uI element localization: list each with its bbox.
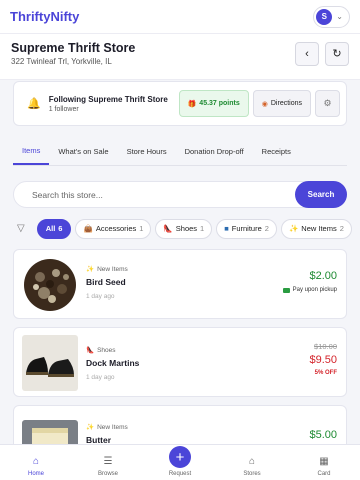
- nav-home[interactable]: ⌂ Home: [6, 456, 66, 477]
- chip-label: All: [45, 224, 56, 233]
- filter-chip-all[interactable]: All 6: [36, 218, 72, 239]
- item-age: 1 day ago: [86, 374, 115, 381]
- chevron-left-icon: ‹: [305, 47, 309, 60]
- pickup-note: Pay upon pickup: [282, 287, 337, 293]
- item-category-label: New Items: [97, 423, 128, 431]
- nav-label: Browse: [97, 471, 118, 477]
- directions-label: Directions: [270, 100, 302, 107]
- nav-stores[interactable]: ⌂ Stores: [222, 456, 282, 477]
- handbag-icon: 👜: [83, 224, 93, 233]
- gear-icon: ⚙: [323, 98, 332, 108]
- item-price: $2.00: [309, 270, 337, 282]
- chip-count: 1: [200, 224, 205, 233]
- item-card[interactable]: ✨ New Items Bird Seed 1 day ago $2.00 Pay…: [13, 249, 347, 319]
- nav-label: Home: [27, 471, 44, 477]
- account-menu-button[interactable]: S ⌄: [313, 5, 350, 28]
- plus-icon: +: [169, 446, 191, 468]
- refresh-button[interactable]: ↻: [325, 41, 349, 66]
- bottom-nav: ⌂ Home ☰ Browse + Request ⌂ Stores ▦ Car…: [0, 444, 360, 480]
- store-icon: ⌂: [248, 456, 256, 467]
- shoe-icon: 👠: [163, 224, 173, 233]
- discount-badge: 5% OFF: [314, 370, 337, 376]
- filter-chips: ▽ All 6 👜 Accessories 1 👠 Shoes 1 ■ Furni…: [17, 218, 352, 239]
- nav-label: Card: [317, 471, 331, 477]
- item-photo-bird-seed: [22, 257, 78, 313]
- item-category: ✨ New Items: [86, 423, 128, 432]
- chip-label: New Items: [301, 224, 337, 233]
- chip-count: 1: [139, 224, 144, 233]
- nav-label: Stores: [243, 471, 261, 477]
- settings-button[interactable]: ⚙: [315, 90, 340, 117]
- tab-store-hours[interactable]: Store Hours: [118, 138, 176, 165]
- filter-chip-new-items[interactable]: ✨ New Items 2: [280, 218, 352, 239]
- furniture-icon: ■: [224, 224, 229, 233]
- item-title: Bird Seed: [86, 277, 126, 287]
- item-original-price: $10.00: [314, 342, 337, 351]
- points-button[interactable]: 🎁 45.37 points: [178, 90, 249, 117]
- filter-icon[interactable]: ▽: [17, 223, 25, 234]
- avatar: S: [316, 8, 333, 25]
- search-input[interactable]: [32, 189, 295, 200]
- directions-icon: ◉: [261, 100, 268, 108]
- chip-label: Furniture: [231, 224, 262, 233]
- app-logo[interactable]: ThriftyNifty: [10, 9, 79, 24]
- nav-label: Request: [168, 471, 192, 477]
- chip-label: Shoes: [175, 224, 198, 233]
- barcode-icon: ▦: [319, 456, 329, 467]
- store-header: Supreme Thrift Store 322 Twinleaf Trl, Y…: [0, 34, 360, 80]
- filter-chip-furniture[interactable]: ■ Furniture 2: [216, 218, 277, 239]
- store-address: 322 Twinleaf Trl, Yorkville, IL: [11, 57, 112, 66]
- follower-count: 1 follower: [48, 105, 79, 113]
- chip-count: 2: [339, 224, 344, 233]
- tab-whats-on-sale[interactable]: What's on Sale: [49, 138, 117, 165]
- item-category-label: New Items: [97, 265, 128, 273]
- follow-card: 🔔 Following Supreme Thrift Store 1 follo…: [13, 81, 347, 126]
- item-category-label: Shoes: [97, 346, 116, 354]
- item-card[interactable]: 👠 Shoes Dock Martins 1 day ago $10.00 $9.…: [13, 327, 347, 397]
- search-button[interactable]: Search: [295, 181, 347, 208]
- directions-button[interactable]: ◉ Directions: [252, 90, 311, 117]
- bell-icon: 🔔: [27, 98, 41, 110]
- nav-request[interactable]: + Request: [150, 446, 210, 477]
- tab-donation-drop-off[interactable]: Donation Drop-off: [176, 138, 253, 165]
- chip-count: 2: [264, 224, 269, 233]
- sparkle-icon: ✨: [86, 424, 95, 431]
- nav-browse[interactable]: ☰ Browse: [78, 456, 138, 477]
- chevron-down-icon: ⌄: [336, 12, 343, 21]
- item-category: 👠 Shoes: [86, 346, 139, 355]
- item-category: ✨ New Items: [86, 265, 128, 274]
- search-bar: Search: [13, 181, 347, 208]
- follow-title: Following Supreme Thrift Store: [48, 94, 168, 104]
- tab-items[interactable]: Items: [13, 138, 50, 165]
- home-icon: ⌂: [32, 456, 40, 467]
- item-age: 1 day ago: [86, 293, 115, 300]
- item-title: Dock Martins: [86, 358, 140, 368]
- store-tabs: Items What's on Sale Store Hours Donatio…: [13, 138, 347, 166]
- filter-chip-shoes[interactable]: 👠 Shoes 1: [155, 218, 213, 239]
- sparkle-icon: ✨: [86, 266, 95, 273]
- menu-icon: ☰: [103, 456, 113, 467]
- points-label: 45.37 points: [199, 100, 240, 107]
- top-bar: ThriftyNifty S ⌄: [0, 0, 360, 34]
- chip-label: Accessories: [95, 224, 137, 233]
- nav-card[interactable]: ▦ Card: [294, 456, 354, 477]
- shoe-icon: 👠: [86, 347, 95, 354]
- filter-chip-accessories[interactable]: 👜 Accessories 1: [75, 218, 152, 239]
- item-sale-price: $9.50: [309, 354, 337, 366]
- item-photo-dock-martins: [22, 335, 78, 391]
- sparkle-icon: ✨: [288, 224, 299, 233]
- store-name: Supreme Thrift Store: [11, 41, 136, 55]
- gift-icon: 🎁: [187, 100, 197, 108]
- tab-receipts[interactable]: Receipts: [253, 138, 300, 165]
- pickup-note-label: Pay upon pickup: [292, 287, 337, 293]
- item-price: $5.00: [309, 429, 337, 441]
- back-button[interactable]: ‹: [295, 41, 319, 66]
- cash-icon: [282, 287, 290, 293]
- chip-count: 6: [58, 224, 63, 233]
- refresh-icon: ↻: [332, 48, 342, 60]
